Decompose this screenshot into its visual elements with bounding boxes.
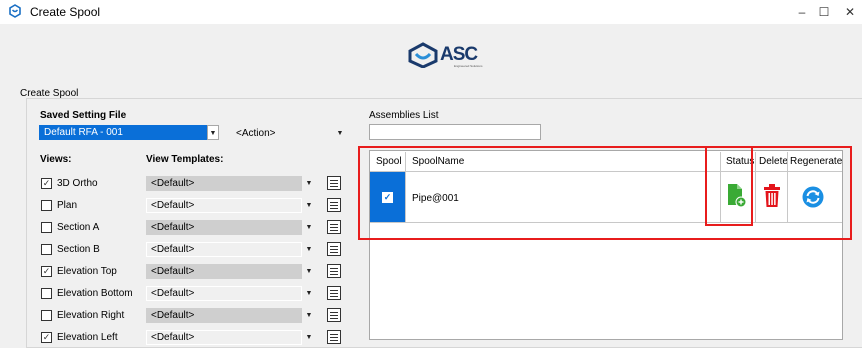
annotation-highlight-table xyxy=(358,146,852,240)
template-settings-icon[interactable] xyxy=(327,176,341,190)
template-settings-icon[interactable] xyxy=(327,330,341,344)
close-button[interactable]: ✕ xyxy=(830,0,862,24)
template-settings-icon[interactable] xyxy=(327,198,341,212)
view-templates-label: View Templates: xyxy=(146,154,224,165)
view-checkbox[interactable] xyxy=(41,244,52,255)
saved-setting-dropdown-icon[interactable]: ▼ xyxy=(207,125,219,140)
view-checkbox[interactable] xyxy=(41,310,52,321)
view-label: Section A xyxy=(57,222,100,233)
view-template-select[interactable]: <Default> xyxy=(146,308,302,323)
view-checkbox[interactable] xyxy=(41,222,52,233)
app-icon xyxy=(9,4,21,18)
action-select[interactable]: <Action> xyxy=(236,128,275,139)
view-template-select[interactable]: <Default> xyxy=(146,242,302,257)
logo-tagline: Engineered Solutions xyxy=(454,64,483,68)
view-template-dropdown-icon[interactable]: ▼ xyxy=(303,242,315,257)
assemblies-list-label: Assemblies List xyxy=(369,110,439,121)
view-template-select[interactable]: <Default> xyxy=(146,220,302,235)
view-checkbox[interactable] xyxy=(41,288,52,299)
view-label: Elevation Left xyxy=(57,332,118,343)
view-template-select[interactable]: <Default> xyxy=(146,264,302,279)
view-checkbox[interactable]: ✓ xyxy=(41,332,52,343)
template-settings-icon[interactable] xyxy=(327,308,341,322)
view-checkbox[interactable] xyxy=(41,200,52,211)
template-settings-icon[interactable] xyxy=(327,242,341,256)
logo-text: ASC xyxy=(440,44,478,65)
views-label: Views: xyxy=(40,154,72,165)
template-settings-icon[interactable] xyxy=(327,220,341,234)
assemblies-search-input[interactable] xyxy=(369,124,541,140)
view-template-select[interactable]: <Default> xyxy=(146,286,302,301)
view-checkbox[interactable]: ✓ xyxy=(41,178,52,189)
asc-logo: ASC Engineered Solutions xyxy=(406,40,506,70)
view-template-dropdown-icon[interactable]: ▼ xyxy=(303,264,315,279)
view-label: Elevation Right xyxy=(57,310,125,321)
view-label: Elevation Bottom xyxy=(57,288,133,299)
view-template-dropdown-icon[interactable]: ▼ xyxy=(303,220,315,235)
view-template-dropdown-icon[interactable]: ▼ xyxy=(303,286,315,301)
view-label: Plan xyxy=(57,200,78,211)
view-template-select[interactable]: <Default> xyxy=(146,176,302,191)
view-label: Section B xyxy=(57,244,100,255)
template-settings-icon[interactable] xyxy=(327,286,341,300)
template-settings-icon[interactable] xyxy=(327,264,341,278)
view-template-dropdown-icon[interactable]: ▼ xyxy=(303,308,315,323)
view-template-dropdown-icon[interactable]: ▼ xyxy=(303,330,315,345)
view-template-select[interactable]: <Default> xyxy=(146,198,302,213)
asc-logo-mark-icon xyxy=(408,42,438,68)
action-dropdown-icon[interactable]: ▼ xyxy=(334,126,346,141)
view-template-select[interactable]: <Default> xyxy=(146,330,302,345)
view-template-dropdown-icon[interactable]: ▼ xyxy=(303,176,315,191)
view-label: 3D Ortho xyxy=(57,178,98,189)
saved-setting-label: Saved Setting File xyxy=(40,110,127,121)
view-checkbox[interactable]: ✓ xyxy=(41,266,52,277)
saved-setting-select[interactable]: Default RFA - 001 xyxy=(39,125,207,140)
view-label: Elevation Top xyxy=(57,266,117,277)
title-bar: Create Spool – ☐ ✕ xyxy=(0,0,862,24)
annotation-highlight-status xyxy=(705,146,753,226)
view-template-dropdown-icon[interactable]: ▼ xyxy=(303,198,315,213)
window-title: Create Spool xyxy=(30,5,101,19)
